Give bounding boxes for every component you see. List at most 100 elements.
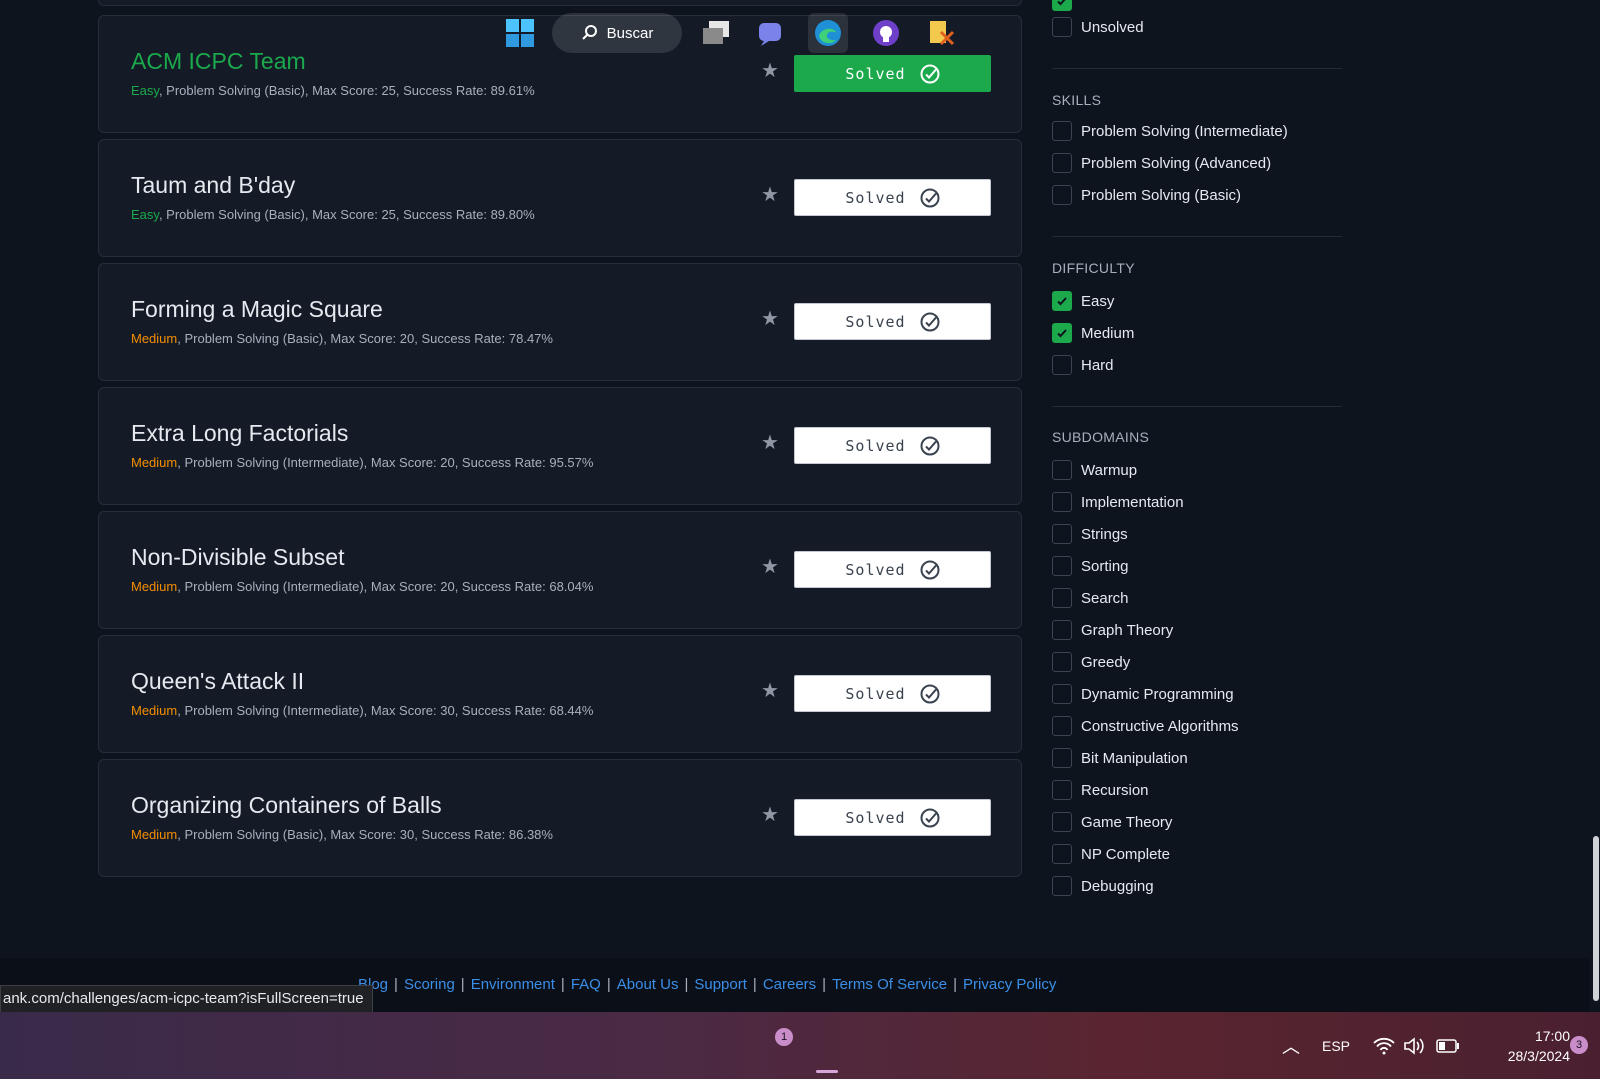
- checkbox[interactable]: [1052, 844, 1072, 864]
- filter-subdomain-option[interactable]: Greedy: [1052, 651, 1130, 673]
- filter-subdomain-option[interactable]: Debugging: [1052, 875, 1154, 897]
- github-app-button[interactable]: [868, 13, 904, 53]
- checkbox[interactable]: [1052, 780, 1072, 800]
- checkbox[interactable]: [1052, 17, 1072, 37]
- solved-button[interactable]: Solved: [794, 675, 991, 712]
- filter-subdomain-option[interactable]: Recursion: [1052, 779, 1149, 801]
- checkbox-checked[interactable]: [1052, 291, 1072, 311]
- footer-link[interactable]: Terms Of Service: [832, 976, 947, 993]
- checkbox[interactable]: [1052, 716, 1072, 736]
- solved-button[interactable]: Solved: [794, 799, 991, 836]
- battery-icon[interactable]: [1436, 1012, 1460, 1079]
- bookmark-star-icon[interactable]: ★: [759, 680, 781, 702]
- scrollbar-thumb[interactable]: [1593, 836, 1599, 1001]
- wifi-icon[interactable]: [1373, 1012, 1395, 1079]
- bookmark-star-icon[interactable]: ★: [759, 184, 781, 206]
- task-view-button[interactable]: [698, 13, 734, 53]
- checkbox[interactable]: [1052, 652, 1072, 672]
- checkbox[interactable]: [1052, 620, 1072, 640]
- difficulty-section-title: DIFFICULTY: [1052, 260, 1135, 276]
- filter-status-unsolved[interactable]: Unsolved: [1052, 16, 1144, 38]
- checkbox[interactable]: [1052, 684, 1072, 704]
- challenge-title[interactable]: Queen's Attack II: [131, 668, 304, 695]
- footer-link[interactable]: FAQ: [571, 976, 601, 993]
- checkbox-checked[interactable]: [1052, 0, 1072, 11]
- bookmark-star-icon[interactable]: ★: [759, 556, 781, 578]
- filter-label: Easy: [1081, 292, 1115, 310]
- solved-button[interactable]: Solved: [794, 551, 991, 588]
- checkbox[interactable]: [1052, 153, 1072, 173]
- footer-link[interactable]: Support: [694, 976, 747, 993]
- filter-subdomain-option[interactable]: Search: [1052, 587, 1129, 609]
- clock-date: 28/3/2024: [1507, 1048, 1570, 1064]
- filter-subdomain-option[interactable]: Warmup: [1052, 459, 1137, 481]
- filter-subdomain-option[interactable]: Strings: [1052, 523, 1128, 545]
- filter-skill-option[interactable]: Problem Solving (Intermediate): [1052, 120, 1288, 142]
- filter-skill-option[interactable]: Problem Solving (Advanced): [1052, 152, 1271, 174]
- filter-subdomain-option[interactable]: NP Complete: [1052, 843, 1170, 865]
- filter-subdomain-option[interactable]: Implementation: [1052, 491, 1184, 513]
- filter-label: Greedy: [1081, 653, 1131, 671]
- solved-button[interactable]: Solved: [794, 427, 991, 464]
- filter-difficulty-hard[interactable]: Hard: [1052, 354, 1114, 376]
- check-circle-icon: [920, 560, 940, 579]
- checkbox[interactable]: [1052, 748, 1072, 768]
- volume-icon[interactable]: [1403, 1012, 1425, 1079]
- challenge-title[interactable]: Taum and B'day: [131, 172, 295, 199]
- chat-app-button[interactable]: [754, 13, 790, 53]
- bookmark-star-icon[interactable]: ★: [759, 60, 781, 82]
- checkbox-checked[interactable]: [1052, 323, 1072, 343]
- checkbox[interactable]: [1052, 492, 1072, 512]
- challenge-title[interactable]: Organizing Containers of Balls: [131, 792, 442, 819]
- checkbox[interactable]: [1052, 524, 1072, 544]
- check-circle-icon: [920, 436, 940, 455]
- challenge-title[interactable]: Extra Long Factorials: [131, 420, 348, 447]
- bookmark-star-icon[interactable]: ★: [759, 804, 781, 826]
- language-indicator[interactable]: ESP: [1322, 1012, 1350, 1079]
- filter-subdomain-option[interactable]: Graph Theory: [1052, 619, 1173, 641]
- filter-subdomain-option[interactable]: Game Theory: [1052, 811, 1172, 833]
- solved-button[interactable]: Solved: [794, 179, 991, 216]
- challenge-title[interactable]: ACM ICPC Team: [131, 48, 306, 75]
- checkbox[interactable]: [1052, 121, 1072, 141]
- edge-browser-button[interactable]: [808, 13, 848, 53]
- filter-difficulty-medium[interactable]: Medium: [1052, 322, 1134, 344]
- filter-subdomain-option[interactable]: Constructive Algorithms: [1052, 715, 1239, 737]
- footer-link[interactable]: Careers: [763, 976, 816, 993]
- checkbox[interactable]: [1052, 588, 1072, 608]
- language-label: ESP: [1322, 1037, 1351, 1054]
- solved-button[interactable]: Solved: [794, 55, 991, 92]
- filter-subdomain-option[interactable]: Dynamic Programming: [1052, 683, 1234, 705]
- footer-link[interactable]: Privacy Policy: [963, 976, 1056, 993]
- checkbox[interactable]: [1052, 355, 1072, 375]
- filter-label: Recursion: [1081, 781, 1149, 799]
- difficulty-label: Easy: [131, 83, 159, 98]
- filter-difficulty-easy[interactable]: Easy: [1052, 290, 1114, 312]
- footer-link[interactable]: Environment: [471, 976, 555, 993]
- checkbox[interactable]: [1052, 876, 1072, 896]
- checkbox[interactable]: [1052, 185, 1072, 205]
- start-button[interactable]: [502, 13, 538, 53]
- solved-button-label: Solved: [845, 188, 906, 207]
- challenge-details: , Problem Solving (Basic), Max Score: 30…: [177, 827, 553, 842]
- bookmark-star-icon[interactable]: ★: [759, 432, 781, 454]
- checkbox[interactable]: [1052, 812, 1072, 832]
- divider: [1052, 406, 1342, 407]
- tools-app-button[interactable]: [924, 13, 960, 53]
- filter-status-solved[interactable]: [1052, 0, 1072, 12]
- notification-center-badge[interactable]: 3: [1570, 1036, 1588, 1054]
- filter-skill-option[interactable]: Problem Solving (Basic): [1052, 184, 1241, 206]
- tray-overflow-chevron-icon[interactable]: ︿: [1282, 1033, 1300, 1059]
- footer-link[interactable]: About Us: [617, 976, 679, 993]
- challenge-title[interactable]: Non-Divisible Subset: [131, 544, 344, 571]
- solved-button[interactable]: Solved: [794, 303, 991, 340]
- filter-subdomain-option[interactable]: Bit Manipulation: [1052, 747, 1188, 769]
- taskbar-clock[interactable]: 17:00 28/3/2024: [1478, 1026, 1570, 1066]
- footer-link[interactable]: Scoring: [404, 976, 455, 993]
- challenge-title[interactable]: Forming a Magic Square: [131, 296, 383, 323]
- checkbox[interactable]: [1052, 460, 1072, 480]
- checkbox[interactable]: [1052, 556, 1072, 576]
- taskbar-search[interactable]: Buscar: [552, 13, 682, 53]
- filter-subdomain-option[interactable]: Sorting: [1052, 555, 1129, 577]
- bookmark-star-icon[interactable]: ★: [759, 308, 781, 330]
